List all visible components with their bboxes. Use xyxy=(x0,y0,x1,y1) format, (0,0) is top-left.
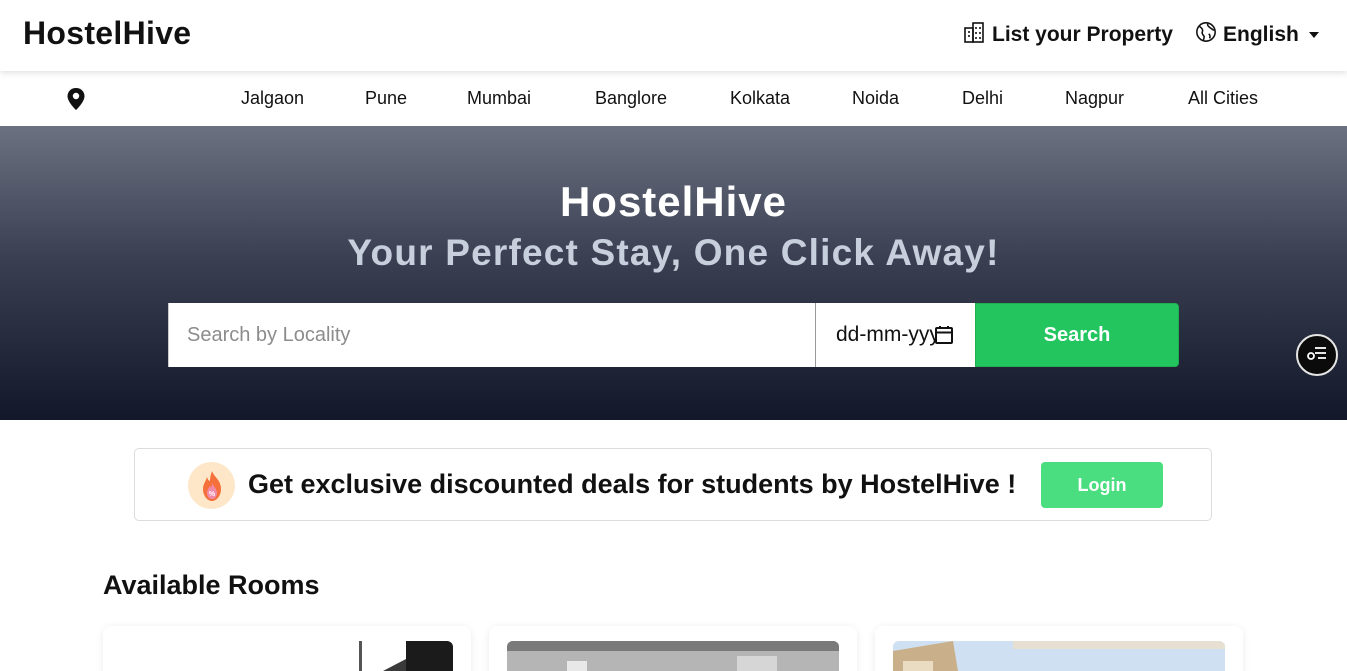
room-card[interactable] xyxy=(103,626,471,671)
city-link-noida[interactable]: Noida xyxy=(852,88,899,109)
city-link-kolkata[interactable]: Kolkata xyxy=(730,88,790,109)
city-link-pune[interactable]: Pune xyxy=(365,88,407,109)
hero-section: HostelHive Your Perfect Stay, One Click … xyxy=(0,126,1347,420)
location-pin-icon[interactable] xyxy=(66,87,86,116)
floating-menu-button[interactable] xyxy=(1296,334,1338,376)
room-image[interactable] xyxy=(507,641,839,671)
globe-icon xyxy=(1195,21,1217,49)
building-icon xyxy=(962,20,986,50)
deals-message: Get exclusive discounted deals for stude… xyxy=(248,469,1017,499)
search-button[interactable]: Search xyxy=(975,303,1179,367)
list-property-link[interactable]: List your Property xyxy=(962,21,1173,49)
list-filter-icon xyxy=(1306,345,1328,366)
available-rooms-heading: Available Rooms xyxy=(103,570,320,600)
city-link-all-cities[interactable]: All Cities xyxy=(1188,88,1258,109)
caret-down-icon xyxy=(1308,32,1319,38)
language-selector[interactable]: English xyxy=(1195,21,1319,49)
student-deals-banner: % Get exclusive discounted deals for stu… xyxy=(134,448,1212,521)
hero-subtitle: Your Perfect Stay, One Click Away! xyxy=(347,232,1000,273)
login-button[interactable]: Login xyxy=(1041,462,1163,508)
city-link-jalgaon[interactable]: Jalgaon xyxy=(241,88,304,109)
city-link-banglore[interactable]: Banglore xyxy=(595,88,667,109)
room-card[interactable] xyxy=(875,626,1243,671)
city-nav: Jalgaon Pune Mumbai Banglore Kolkata Noi… xyxy=(0,71,1347,126)
room-image[interactable] xyxy=(121,641,453,671)
site-logo[interactable]: HostelHive xyxy=(23,15,191,52)
room-card[interactable] xyxy=(489,626,857,671)
list-property-label: List your Property xyxy=(992,23,1173,46)
hero-title: HostelHive xyxy=(559,178,788,225)
date-field[interactable]: dd-mm-yyyy xyxy=(815,303,975,367)
hot-discount-icon: % xyxy=(188,462,235,509)
locality-search-input[interactable] xyxy=(168,303,815,367)
language-label: English xyxy=(1223,23,1299,46)
svg-text:%: % xyxy=(208,491,215,498)
city-link-mumbai[interactable]: Mumbai xyxy=(467,88,531,109)
date-placeholder: dd-mm-yyyy xyxy=(836,323,936,346)
calendar-icon[interactable] xyxy=(934,325,954,351)
city-link-nagpur[interactable]: Nagpur xyxy=(1065,88,1124,109)
city-link-delhi[interactable]: Delhi xyxy=(962,88,1003,109)
room-image[interactable] xyxy=(893,641,1225,671)
top-header: HostelHive List your Property English xyxy=(0,0,1347,71)
